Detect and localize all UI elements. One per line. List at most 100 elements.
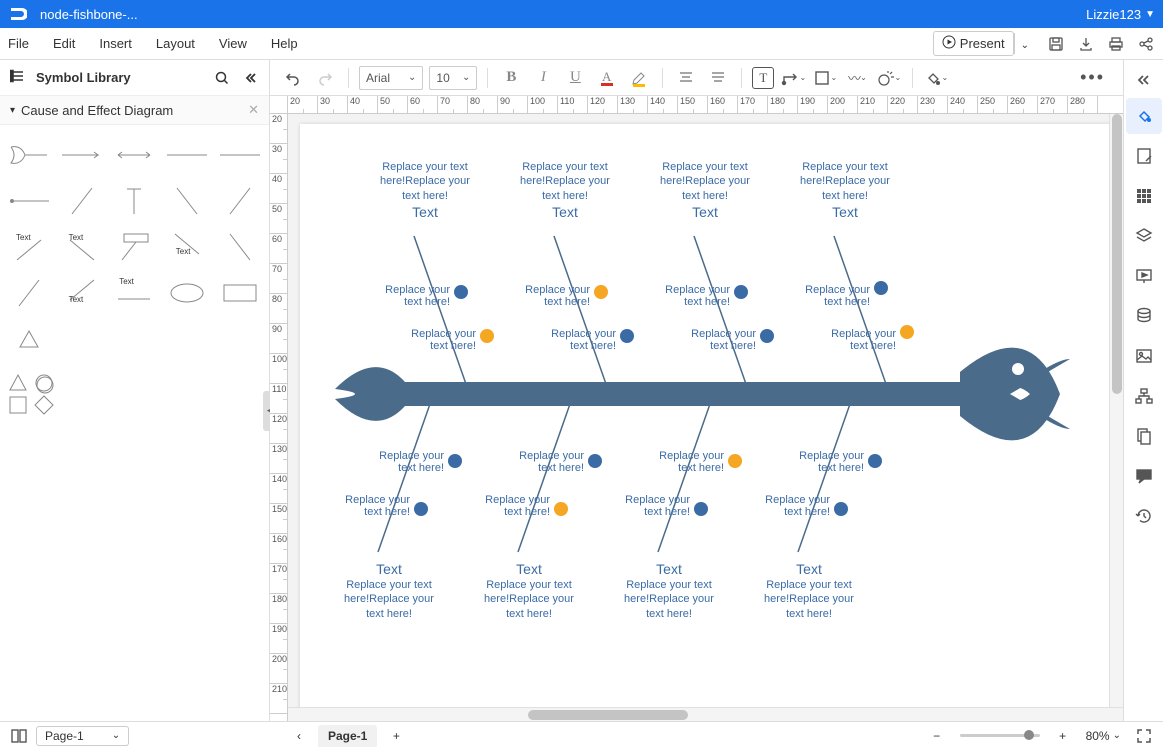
bone-sub[interactable]: Replace your text here! (644, 450, 724, 474)
italic-button[interactable]: I (530, 65, 556, 91)
bone-bottom-3[interactable]: TextReplace your text here!Replace your … (624, 560, 714, 621)
connector-button[interactable]: ⌄ (780, 65, 806, 91)
shape-t-line[interactable] (109, 179, 160, 223)
shape-text-diag3[interactable]: Text (162, 225, 213, 269)
bone-sub[interactable]: Replace your text here! (510, 284, 590, 308)
shape-diag5[interactable] (4, 271, 55, 315)
bone-sub[interactable]: Replace your text here! (536, 328, 616, 352)
expand-rightbar-icon[interactable] (1126, 66, 1162, 94)
page-list-icon[interactable] (10, 727, 28, 745)
shape-text-diag2[interactable]: Text (57, 225, 108, 269)
shape-circle[interactable] (4, 363, 55, 407)
comment-icon[interactable] (1126, 458, 1162, 494)
bone-bottom-2[interactable]: TextReplace your text here!Replace your … (484, 560, 574, 621)
close-section-icon[interactable]: ✕ (248, 102, 259, 118)
zoom-in-icon[interactable]: + (1054, 727, 1072, 745)
present-dropdown[interactable]: ⌄ (1014, 33, 1035, 54)
bone-top-2[interactable]: Replace your text here!Replace your text… (520, 160, 610, 221)
shape-double-arrow[interactable] (109, 133, 160, 177)
bone-bottom-1[interactable]: TextReplace your text here!Replace your … (344, 560, 434, 621)
bone-dot[interactable] (414, 502, 428, 516)
user-menu[interactable]: Lizzie123 ▼ (1086, 7, 1155, 22)
fullscreen-icon[interactable] (1135, 727, 1153, 745)
shape-text-line[interactable]: Text (109, 271, 160, 315)
menu-layout[interactable]: Layout (156, 36, 195, 51)
data-icon[interactable] (1126, 298, 1162, 334)
shape-triangle[interactable] (4, 317, 55, 361)
export-icon[interactable] (1077, 35, 1095, 53)
bone-top-1[interactable]: Replace your text here!Replace your text… (380, 160, 470, 221)
presentation-icon[interactable] (1126, 258, 1162, 294)
underline-button[interactable]: U (562, 65, 588, 91)
menu-help[interactable]: Help (271, 36, 298, 51)
menu-file[interactable]: File (8, 36, 29, 51)
menu-view[interactable]: View (219, 36, 247, 51)
sitemap-icon[interactable] (1126, 378, 1162, 414)
bone-dot[interactable] (728, 454, 742, 468)
shape-diag2[interactable] (162, 179, 213, 223)
apps-icon[interactable] (1126, 178, 1162, 214)
print-icon[interactable] (1107, 35, 1125, 53)
bone-sub[interactable]: Replace your text here! (790, 284, 870, 308)
bone-dot[interactable] (760, 329, 774, 343)
fill-button[interactable]: ⌄ (923, 65, 949, 91)
page-tab[interactable]: Page-1 (318, 725, 377, 747)
bone-sub[interactable]: Replace your text here! (364, 450, 444, 474)
text-color-button[interactable]: A (594, 65, 620, 91)
bone-sub[interactable]: Replace your text here! (750, 494, 830, 518)
bone-dot[interactable] (834, 502, 848, 516)
library-menu-icon[interactable] (10, 69, 26, 86)
bone-sub[interactable]: Replace your text here! (504, 450, 584, 474)
effects-button[interactable]: ⌄ (876, 65, 902, 91)
shape-text-diag4[interactable]: Text (57, 271, 108, 315)
bone-sub[interactable]: Replace your text here! (330, 494, 410, 518)
zoom-value[interactable]: 80%⌄ (1086, 729, 1121, 743)
theme-icon[interactable] (1126, 98, 1162, 134)
menu-edit[interactable]: Edit (53, 36, 75, 51)
shape-box-line[interactable] (109, 225, 160, 269)
save-icon[interactable] (1047, 35, 1065, 53)
present-button[interactable]: Present (933, 31, 1014, 56)
shape-line[interactable] (162, 133, 213, 177)
zoom-slider[interactable] (960, 734, 1040, 737)
bone-sub[interactable]: Replace your text here! (816, 328, 896, 352)
align-h-button[interactable] (673, 65, 699, 91)
shape-outline-button[interactable]: ⌄ (812, 65, 838, 91)
ruler-vertical[interactable]: 2030405060708090100110120130140150160170… (270, 114, 288, 721)
bone-sub[interactable]: Replace your text here! (370, 284, 450, 308)
shape-fishhead[interactable] (4, 133, 55, 177)
align-v-button[interactable] (705, 65, 731, 91)
more-button[interactable]: ••• (1072, 67, 1113, 88)
bone-dot[interactable] (448, 454, 462, 468)
image-icon[interactable] (1126, 338, 1162, 374)
share-icon[interactable] (1137, 35, 1155, 53)
bone-dot[interactable] (454, 285, 468, 299)
bone-dot[interactable] (734, 285, 748, 299)
history-icon[interactable] (1126, 498, 1162, 534)
bone-dot[interactable] (480, 329, 494, 343)
add-page-icon[interactable]: + (387, 727, 405, 745)
font-select[interactable]: Arial⌄ (359, 66, 423, 90)
undo-button[interactable] (280, 65, 306, 91)
bone-dot[interactable] (868, 454, 882, 468)
bone-dot[interactable] (874, 281, 888, 295)
shape-rect[interactable] (214, 271, 265, 315)
bold-button[interactable]: B (498, 65, 524, 91)
bone-sub[interactable]: Replace your text here! (610, 494, 690, 518)
page-select[interactable]: Page-1 ⌄ (36, 726, 129, 746)
shape-diag1[interactable] (57, 179, 108, 223)
layers-icon[interactable] (1126, 218, 1162, 254)
font-size-select[interactable]: 10⌄ (429, 66, 477, 90)
shape-ellipse[interactable] (162, 271, 213, 315)
bone-dot[interactable] (620, 329, 634, 343)
page[interactable]: Replace your text here! Replace your text… (300, 124, 1120, 721)
page-setup-icon[interactable] (1126, 138, 1162, 174)
shape-arrow[interactable] (57, 133, 108, 177)
vertical-scrollbar[interactable] (1109, 114, 1123, 707)
bone-sub[interactable]: Replace your text here! (650, 284, 730, 308)
bone-top-4[interactable]: Replace your text here!Replace your text… (800, 160, 890, 221)
shape-dot-line[interactable] (4, 179, 55, 223)
bone-sub[interactable]: Replace your text here! (676, 328, 756, 352)
bone-bottom-4[interactable]: TextReplace your text here!Replace your … (764, 560, 854, 621)
clipboard-icon[interactable] (1126, 418, 1162, 454)
